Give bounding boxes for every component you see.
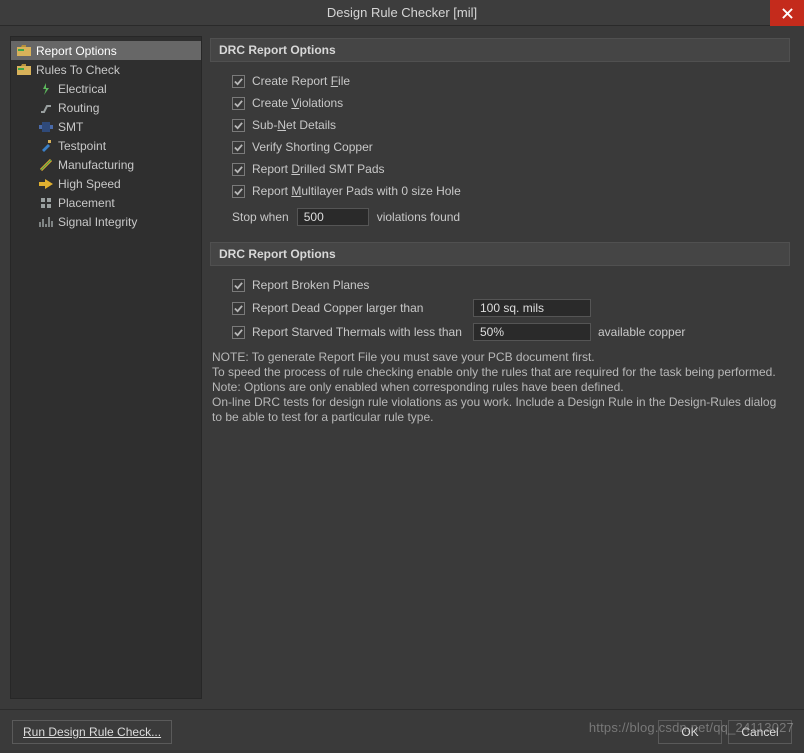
routing-icon	[39, 101, 53, 115]
label-verify-shorting: Verify Shorting Copper	[252, 140, 373, 154]
section-header-1: DRC Report Options	[210, 38, 790, 62]
label-starved-thermals: Report Starved Thermals with less than	[252, 325, 466, 339]
sidebar-item-label: Rules To Check	[36, 63, 120, 77]
label-broken-planes: Report Broken Planes	[252, 278, 369, 292]
sidebar-item-label: SMT	[58, 120, 83, 134]
close-icon	[782, 8, 793, 19]
sidebar-item-label: High Speed	[58, 177, 121, 191]
dialog-footer: Run Design Rule Check... OK Cancel	[0, 709, 804, 753]
close-button[interactable]	[770, 0, 804, 26]
manufacturing-icon	[39, 158, 53, 172]
checkbox-broken-planes[interactable]	[232, 279, 245, 292]
sidebar-item-label: Electrical	[58, 82, 107, 96]
window-title: Design Rule Checker [mil]	[327, 5, 477, 20]
sidebar-item-manufacturing[interactable]: Manufacturing	[11, 155, 201, 174]
checkbox-dead-copper[interactable]	[232, 302, 245, 315]
sidebar-item-rules-to-check[interactable]: Rules To Check	[11, 60, 201, 79]
label-create-violations: Create Violations	[252, 96, 343, 110]
section-header-2: DRC Report Options	[210, 242, 790, 266]
sidebar-item-high-speed[interactable]: High Speed	[11, 174, 201, 193]
placement-icon	[39, 196, 53, 210]
label-report-drilled: Report Drilled SMT Pads	[252, 162, 385, 176]
sidebar-item-label: Testpoint	[58, 139, 106, 153]
checkbox-verify-shorting[interactable]	[232, 141, 245, 154]
sidebar-item-label: Placement	[58, 196, 115, 210]
stop-when-suffix: violations found	[377, 210, 460, 224]
dead-copper-input[interactable]	[473, 299, 591, 317]
label-create-report-file: Create Report File	[252, 74, 350, 88]
sidebar-item-routing[interactable]: Routing	[11, 98, 201, 117]
folder-icon	[17, 44, 31, 58]
label-subnet-details: Sub-Net Details	[252, 118, 336, 132]
cancel-button[interactable]: Cancel	[728, 720, 792, 744]
run-design-rule-check-button[interactable]: Run Design Rule Check...	[12, 720, 172, 744]
label-dead-copper: Report Dead Copper larger than	[252, 301, 466, 315]
ok-button[interactable]: OK	[658, 720, 722, 744]
checkbox-create-report-file[interactable]	[232, 75, 245, 88]
stop-when-label: Stop when	[232, 210, 289, 224]
smt-icon	[39, 120, 53, 134]
sidebar-item-electrical[interactable]: Electrical	[11, 79, 201, 98]
sidebar-item-placement[interactable]: Placement	[11, 193, 201, 212]
checkbox-report-multilayer[interactable]	[232, 185, 245, 198]
checkbox-subnet-details[interactable]	[232, 119, 245, 132]
stop-when-input[interactable]	[297, 208, 369, 226]
testpoint-icon	[39, 139, 53, 153]
electrical-icon	[39, 82, 53, 96]
note-text: NOTE: To generate Report File you must s…	[210, 344, 790, 425]
sidebar-item-report-options[interactable]: Report Options	[11, 41, 201, 60]
sidebar-item-testpoint[interactable]: Testpoint	[11, 136, 201, 155]
signal-integrity-icon	[39, 215, 53, 229]
starved-thermals-input[interactable]	[473, 323, 591, 341]
starved-suffix: available copper	[598, 325, 685, 339]
checkbox-create-violations[interactable]	[232, 97, 245, 110]
content-panel: DRC Report Options Create Report File Cr…	[210, 36, 794, 699]
checkbox-report-drilled[interactable]	[232, 163, 245, 176]
sidebar-item-smt[interactable]: SMT	[11, 117, 201, 136]
sidebar-item-label: Report Options	[36, 44, 117, 58]
sidebar-item-signal-integrity[interactable]: Signal Integrity	[11, 212, 201, 231]
folder-icon	[17, 63, 31, 77]
sidebar-item-label: Routing	[58, 101, 99, 115]
high-speed-icon	[39, 177, 53, 191]
label-report-multilayer: Report Multilayer Pads with 0 size Hole	[252, 184, 461, 198]
sidebar-item-label: Manufacturing	[58, 158, 134, 172]
checkbox-starved-thermals[interactable]	[232, 326, 245, 339]
sidebar-item-label: Signal Integrity	[58, 215, 137, 229]
sidebar: Report Options Rules To Check Electrical…	[10, 36, 202, 699]
title-bar: Design Rule Checker [mil]	[0, 0, 804, 26]
